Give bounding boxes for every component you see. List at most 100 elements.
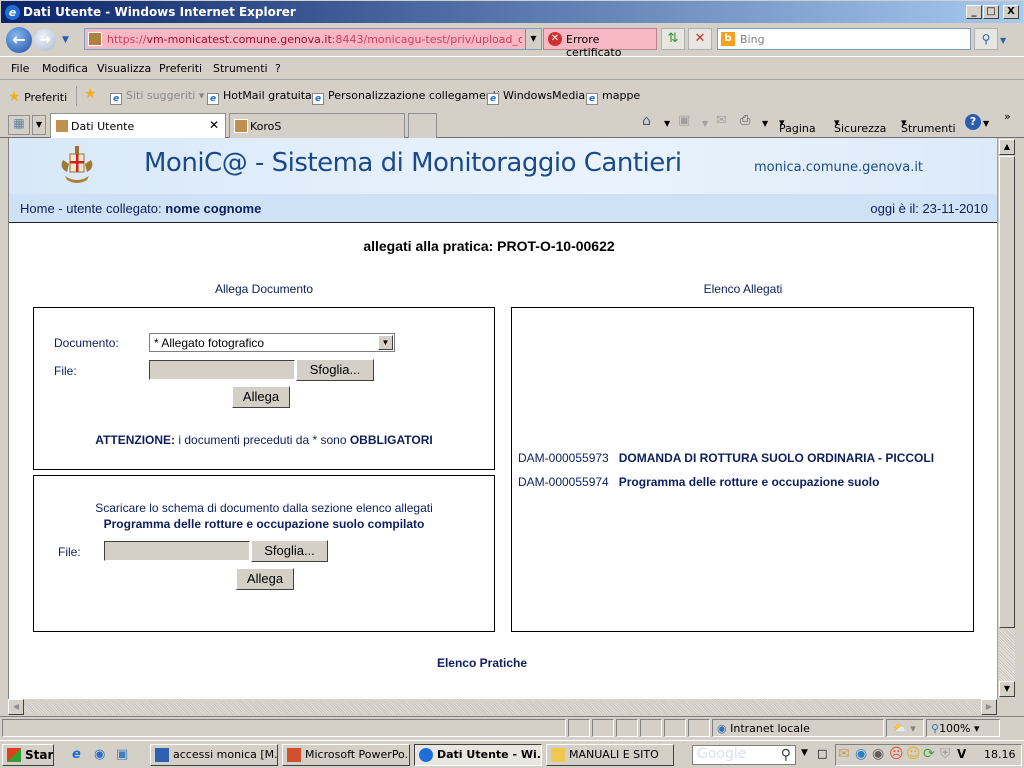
favorite-windowsmedia[interactable]: e WindowsMedia bbox=[487, 89, 585, 105]
scroll-left-button[interactable]: ◀ bbox=[8, 699, 24, 715]
schema-file-input[interactable] bbox=[104, 541, 250, 561]
address-url[interactable]: https://vm-monicatest.comune.genova.it:8… bbox=[107, 33, 522, 46]
favorite-siti-suggeriti[interactable]: e Siti suggeriti ▾ bbox=[110, 89, 204, 105]
taskbar-button-ie[interactable]: Dati Utente - Wi... bbox=[414, 744, 542, 766]
favorite-hotmail[interactable]: e HotMail gratuita bbox=[207, 89, 312, 105]
mail-tray-icon[interactable]: ✉ bbox=[838, 746, 850, 762]
menu-file[interactable]: File bbox=[11, 62, 29, 75]
tab-dati-utente[interactable]: Dati Utente ✕ bbox=[50, 113, 226, 138]
minimize-button[interactable]: _ bbox=[966, 5, 982, 19]
refresh-button[interactable]: ⇅ bbox=[661, 28, 685, 50]
ie-page-icon: e bbox=[586, 93, 598, 105]
attach-button[interactable]: Allega bbox=[232, 386, 290, 408]
menu-help[interactable]: ? bbox=[275, 62, 281, 75]
security-zone[interactable]: ◉ Intranet locale bbox=[712, 719, 884, 737]
maximize-button[interactable]: □ bbox=[983, 5, 999, 19]
tab-koros[interactable]: KoroS bbox=[229, 113, 405, 138]
documento-select[interactable]: * Allegato fotografico ▼ bbox=[149, 333, 395, 352]
ie-page-icon: e bbox=[487, 93, 499, 105]
window-title-bar: e Dati Utente - Windows Internet Explore… bbox=[0, 0, 1024, 24]
taskbar-button-word[interactable]: accessi monica [M... bbox=[150, 744, 278, 766]
add-favorite-icon[interactable]: ★ bbox=[84, 86, 97, 102]
help-dropdown-icon[interactable]: ▼ bbox=[983, 119, 989, 128]
taskbar-button-powerpoint[interactable]: Microsoft PowerPo... bbox=[282, 744, 410, 766]
browse-button[interactable]: Sfoglia... bbox=[296, 359, 374, 381]
quicklaunch-ie-icon[interactable]: e bbox=[72, 747, 81, 762]
smiley-tray-icon[interactable]: ☺ bbox=[906, 746, 921, 762]
zoom-level-button[interactable]: ⚲100% ▾ bbox=[926, 719, 1000, 737]
feeds-icon[interactable]: ▣ bbox=[678, 113, 690, 128]
elenco-pratiche-link[interactable]: Elenco Pratiche bbox=[9, 656, 955, 670]
menu-strumenti-cmd[interactable]: Strumenti ▾ bbox=[901, 116, 956, 135]
print-icon[interactable]: ⎙ bbox=[740, 113, 750, 128]
attachment-name[interactable]: Programma delle rotture e occupazione su… bbox=[619, 475, 880, 489]
show-desktop-icon[interactable]: □ bbox=[817, 747, 827, 760]
home-link[interactable]: Home - utente collegato: bbox=[20, 201, 165, 216]
network-tray-icon[interactable]: ◉ bbox=[855, 746, 867, 762]
vertical-scrollbar[interactable]: ▲ ▼ bbox=[997, 138, 1016, 699]
vnc-tray-icon[interactable]: V bbox=[957, 747, 966, 761]
new-tab-button[interactable] bbox=[408, 113, 437, 138]
address-bar[interactable]: https://vm-monicatest.comune.genova.it:8… bbox=[84, 28, 542, 50]
taskbar-button-folder[interactable]: MANUALI E SITO bbox=[546, 744, 674, 766]
help-icon[interactable]: ? bbox=[965, 114, 981, 130]
close-window-button[interactable]: X bbox=[1003, 5, 1019, 19]
sad-face-tray-icon[interactable]: ☹ bbox=[889, 746, 904, 762]
close-tab-icon[interactable]: ✕ bbox=[209, 118, 219, 132]
address-dropdown-button[interactable]: ▼ bbox=[525, 29, 541, 49]
current-date: oggi è il: 23-11-2010 bbox=[870, 201, 988, 216]
clock[interactable]: 18.16 bbox=[984, 748, 1016, 761]
menu-pagina[interactable]: Pagina ▾ bbox=[779, 116, 816, 135]
status-bar: ◉ Intranet locale ⛅ ▾ ⚲100% ▾ bbox=[0, 716, 1024, 738]
favorites-button[interactable]: ★ Preferiti bbox=[8, 89, 67, 105]
star-icon: ★ bbox=[8, 89, 21, 105]
menu-modifica[interactable]: Modifica bbox=[42, 62, 88, 75]
more-commands-icon[interactable]: » bbox=[1004, 110, 1011, 123]
schema-browse-button[interactable]: Sfoglia... bbox=[251, 540, 328, 562]
menu-sicurezza[interactable]: Sicurezza ▾ bbox=[834, 116, 886, 135]
scroll-up-button[interactable]: ▲ bbox=[999, 139, 1015, 155]
start-button[interactable]: Start bbox=[2, 744, 54, 766]
speaker-tray-icon[interactable]: ◉ bbox=[872, 746, 884, 762]
taskbar: Start e ◉ ▣ accessi monica [M... Microso… bbox=[0, 740, 1024, 768]
search-button[interactable]: ⚲ bbox=[974, 28, 998, 50]
site-favicon bbox=[88, 32, 102, 46]
stop-button[interactable]: ✕ bbox=[688, 28, 712, 50]
quicklaunch-outlook-icon[interactable]: ◉ bbox=[94, 747, 105, 762]
shield-tray-icon[interactable]: ⛨ bbox=[940, 746, 951, 762]
site-banner: MoniC@ - Sistema di Monitoraggio Cantier… bbox=[9, 138, 997, 194]
sync-tray-icon[interactable]: ⟳ bbox=[923, 746, 935, 762]
menu-strumenti[interactable]: Strumenti bbox=[213, 62, 268, 75]
scrollbar-thumb[interactable] bbox=[999, 156, 1015, 628]
print-dropdown-icon[interactable]: ▼ bbox=[762, 119, 768, 128]
mandatory-warning: ATTENZIONE: i documenti preceduti da * s… bbox=[95, 433, 433, 447]
home-icon[interactable]: ⌂ bbox=[642, 113, 651, 129]
quick-tabs-icon[interactable]: ▦ bbox=[8, 115, 30, 135]
toolbar-dropdown-icon[interactable]: ▼ bbox=[801, 748, 808, 758]
forward-button[interactable]: → bbox=[34, 29, 56, 51]
quicklaunch-desktop-icon[interactable]: ▣ bbox=[116, 747, 128, 762]
attachment-row[interactable]: DAM-000055973 DOMANDA DI ROTTURA SUOLO OR… bbox=[518, 451, 934, 465]
schema-attach-button[interactable]: Allega bbox=[236, 568, 294, 590]
home-dropdown-icon[interactable]: ▼ bbox=[664, 119, 670, 128]
protected-mode-button[interactable]: ⛅ ▾ bbox=[886, 719, 924, 737]
tab-list-dropdown[interactable]: ▼ bbox=[32, 115, 46, 135]
history-dropdown-icon[interactable]: ▼ bbox=[62, 35, 69, 45]
certificate-error-button[interactable]: ✕ Errore certificato bbox=[543, 28, 657, 59]
attachment-row[interactable]: DAM-000055974 Programma delle rotture e o… bbox=[518, 475, 879, 489]
attachment-name[interactable]: DOMANDA DI ROTTURA SUOLO ORDINARIA - PIC… bbox=[619, 451, 934, 465]
search-input[interactable]: b Bing bbox=[717, 28, 971, 50]
menu-preferiti[interactable]: Preferiti bbox=[159, 62, 202, 75]
scroll-down-button[interactable]: ▼ bbox=[999, 681, 1015, 697]
favorite-personalizzazione[interactable]: e Personalizzazione collegamenti bbox=[312, 89, 500, 105]
horizontal-scrollbar[interactable]: ◀ ▶ bbox=[8, 699, 997, 715]
file-input[interactable] bbox=[149, 360, 295, 380]
search-options-icon[interactable]: ▼ bbox=[1000, 36, 1006, 45]
back-button[interactable]: ← bbox=[6, 27, 32, 53]
scrollbar-track[interactable] bbox=[999, 629, 1015, 681]
menu-visualizza[interactable]: Visualizza bbox=[97, 62, 151, 75]
mail-icon[interactable]: ✉ bbox=[716, 113, 727, 128]
scroll-right-button[interactable]: ▶ bbox=[981, 699, 997, 715]
google-search-input[interactable]: Google ⚲ bbox=[692, 745, 796, 765]
favorite-mappe[interactable]: e mappe bbox=[586, 89, 640, 105]
